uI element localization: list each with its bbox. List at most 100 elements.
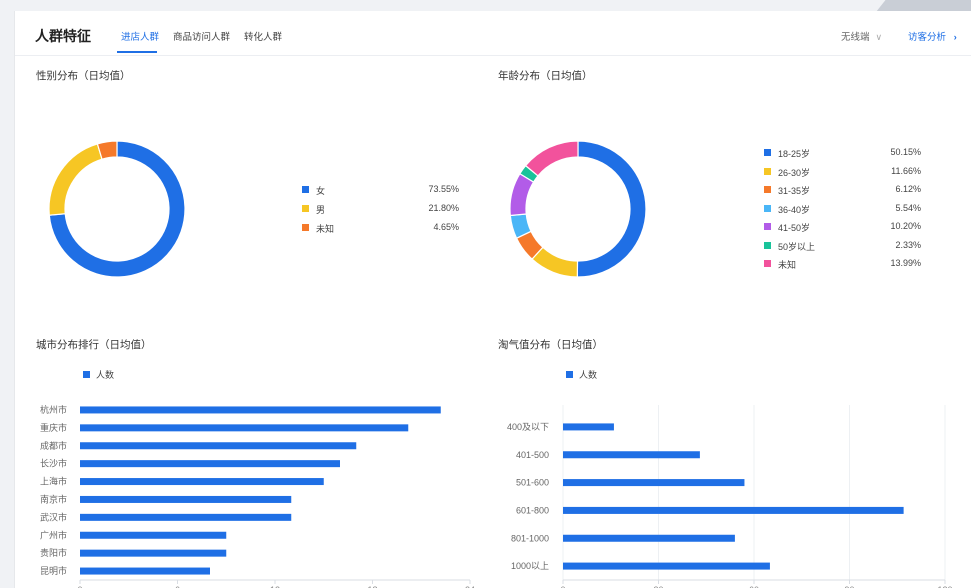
legend-swatch — [764, 149, 771, 156]
bar — [80, 531, 227, 539]
taoqi-chart-title: 淘气值分布（日均值） — [498, 339, 603, 351]
legend-value: 5.54% — [895, 202, 921, 213]
bar — [563, 562, 770, 570]
tab-store-visitors[interactable]: 进店人群 — [121, 29, 159, 43]
legend-item: 18-25岁 50.15% — [764, 147, 921, 159]
bar — [80, 478, 324, 486]
active-tab-indicator — [117, 51, 157, 53]
y-tick-label: 400及以下 — [507, 422, 549, 432]
legend-item: 36-40岁 5.54% — [764, 203, 921, 215]
taoqi-series-legend: 人数 — [566, 368, 597, 381]
age-chart-title: 年龄分布（日均值） — [498, 70, 593, 82]
legend-item: 41-50岁 10.20% — [764, 221, 921, 233]
legend-label: 50岁以上 — [778, 241, 816, 252]
y-tick-label: 长沙市 — [40, 458, 67, 469]
y-tick-label: 广州市 — [40, 529, 67, 540]
bar — [563, 479, 745, 487]
legend-value: 11.66% — [891, 165, 921, 176]
legend-value: 6.12% — [895, 184, 921, 194]
legend-label: 未知 — [316, 224, 335, 234]
legend-label: 31-35岁 — [778, 186, 811, 196]
y-tick-label: 成都市 — [40, 440, 67, 451]
legend-item: 男 21.80% — [302, 203, 459, 215]
legend-swatch — [764, 204, 771, 212]
page-title: 人群特征 — [35, 28, 91, 44]
legend-item: 31-35岁 6.12% — [764, 184, 921, 196]
legend-swatch — [566, 371, 573, 378]
legend-swatch — [764, 260, 771, 267]
legend-label: 26-30岁 — [778, 167, 811, 178]
legend-item: 26-30岁 11.66% — [764, 166, 921, 178]
tab-converted-visitors[interactable]: 转化人群 — [244, 29, 282, 43]
bar — [80, 424, 409, 432]
legend-swatch — [764, 167, 771, 175]
legend-swatch — [83, 371, 90, 378]
legend-swatch — [302, 205, 309, 212]
legend-item: 50岁以上 2.33% — [764, 240, 921, 252]
legend-label: 41-50岁 — [778, 223, 811, 233]
y-tick-label: 上海市 — [40, 476, 67, 487]
legend-value: 13.99% — [890, 258, 921, 268]
legend-label: 未知 — [778, 260, 797, 270]
legend-value: 4.65% — [433, 222, 459, 232]
bar — [80, 549, 227, 557]
legend-item: 未知 13.99% — [764, 258, 921, 270]
bar — [80, 567, 210, 575]
legend-swatch — [764, 223, 771, 230]
legend-item: 未知 4.65% — [302, 222, 459, 234]
legend-label: 女 — [316, 186, 326, 196]
y-tick-label: 601-800 — [516, 505, 549, 515]
y-tick-label: 801-1000 — [511, 533, 549, 543]
age-donut-chart — [509, 140, 647, 278]
crowd-features-card: 人群特征 进店人群 商品访问人群 转化人群 无线端 ∨ 访客分析 › 性别分布（日… — [14, 11, 971, 588]
y-tick-label: 杭州市 — [40, 404, 67, 415]
legend-swatch — [764, 241, 771, 249]
legend-label: 36-40岁 — [778, 204, 811, 215]
y-tick-label: 401-500 — [516, 450, 549, 460]
donut-slice-7 — [524, 140, 579, 177]
gender-donut-chart — [48, 140, 186, 278]
tab-product-visitors[interactable]: 商品访问人群 — [173, 29, 230, 43]
legend-value: 73.55% — [428, 184, 459, 194]
bar — [80, 442, 357, 450]
y-tick-label: 贵阳市 — [40, 547, 67, 558]
device-select-label: 无线端 — [841, 32, 870, 43]
device-select[interactable]: 无线端 ∨ — [841, 29, 882, 43]
chevron-right-icon: › — [953, 32, 957, 43]
bar — [563, 423, 614, 431]
city-series-name: 人数 — [96, 370, 115, 380]
bar — [80, 495, 292, 503]
taoqi-bar-chart: 0306090120400及以下401-500501-600601-800801… — [507, 405, 953, 588]
y-tick-label: 501-600 — [516, 478, 549, 488]
legend-label: 男 — [316, 205, 326, 215]
y-tick-label: 武汉市 — [40, 511, 67, 522]
legend-value: 50.15% — [890, 147, 921, 157]
legend-value: 10.20% — [890, 221, 921, 231]
y-tick-label: 重庆市 — [40, 422, 67, 433]
bar — [563, 534, 735, 542]
y-tick-label: 昆明市 — [40, 565, 67, 576]
legend-swatch — [764, 186, 771, 193]
visitor-analysis-link[interactable]: 访客分析 › — [908, 29, 957, 43]
legend-item: 女 73.55% — [302, 184, 459, 196]
legend-label: 18-25岁 — [778, 149, 811, 159]
legend-value: 2.33% — [895, 239, 921, 250]
bar — [80, 460, 340, 468]
city-series-legend: 人数 — [83, 368, 114, 381]
taoqi-series-name: 人数 — [579, 370, 598, 380]
bar — [80, 406, 441, 414]
y-tick-label: 南京市 — [40, 493, 67, 504]
legend-swatch — [302, 186, 309, 193]
visitor-analysis-label: 访客分析 — [908, 32, 947, 43]
donut-slice-2 — [48, 143, 103, 216]
y-tick-label: 1000以上 — [511, 561, 549, 571]
bar — [563, 506, 904, 514]
legend-swatch — [302, 224, 309, 231]
gender-chart-title: 性别分布（日均值） — [36, 70, 131, 82]
city-chart-title: 城市分布排行（日均值） — [36, 339, 152, 351]
bar — [563, 451, 700, 459]
card-header: 人群特征 进店人群 商品访问人群 转化人群 无线端 ∨ 访客分析 › — [15, 11, 971, 56]
city-bar-chart: 06121824杭州市重庆市成都市长沙市上海市南京市武汉市广州市贵阳市昆明市 — [40, 404, 475, 588]
donut-slice-1 — [576, 140, 647, 278]
chevron-down-icon: ∨ — [875, 32, 883, 42]
